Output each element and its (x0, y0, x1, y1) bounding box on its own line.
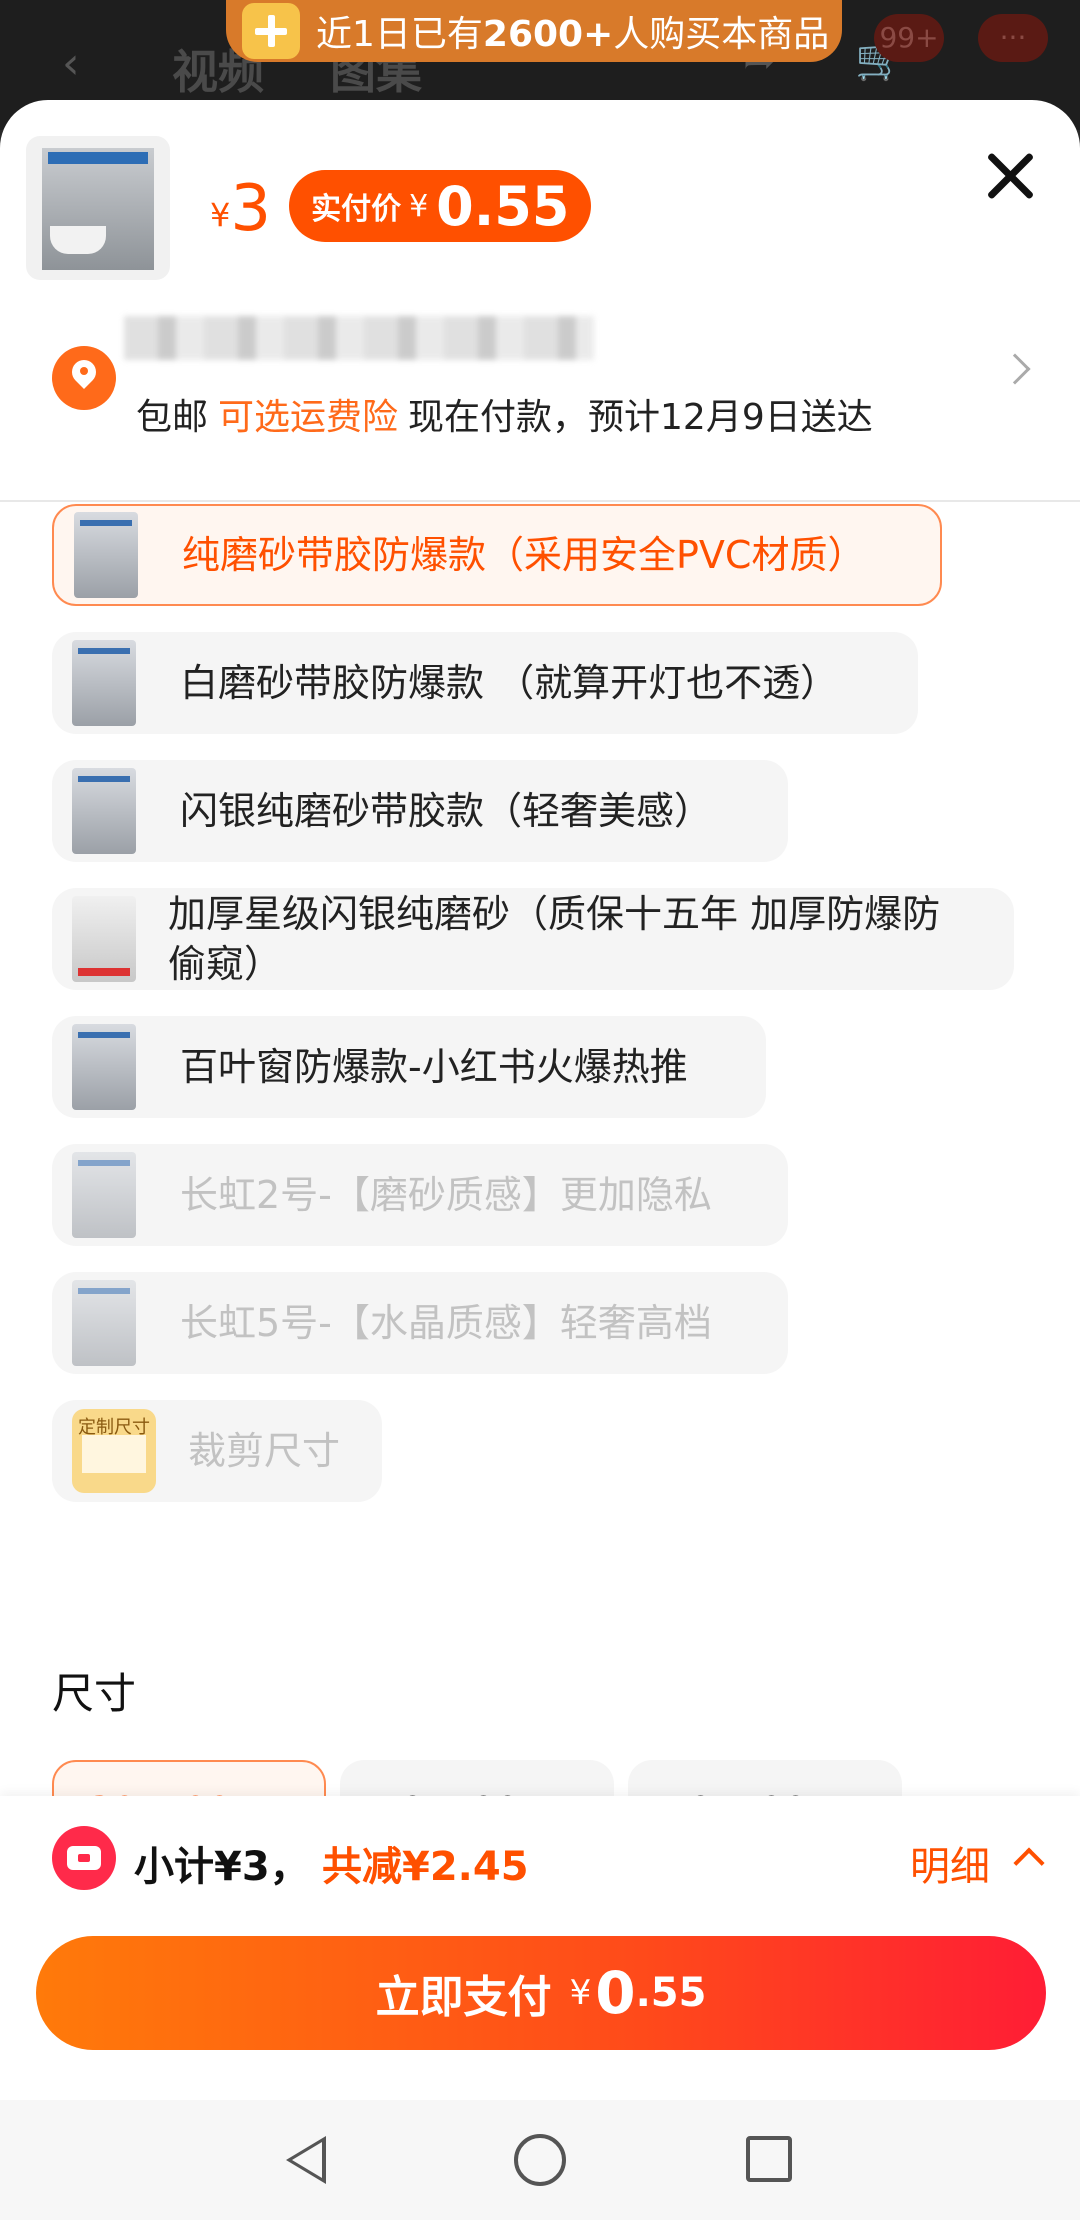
paid-price-currency: ¥ (409, 188, 429, 224)
location-pin-icon (52, 346, 116, 410)
variant-thumbnail (72, 1152, 136, 1238)
variant-label: 白磨砂带胶防爆款 （就算开灯也不透） (180, 661, 839, 705)
variant-option-4[interactable]: 加厚星级闪银纯磨砂（质保十五年 加厚防爆防偷窥） (52, 888, 1014, 990)
paid-price-pill: 实付价 ¥ 0.55 (289, 170, 592, 242)
price-row: ¥ 3 实付价 ¥ 0.55 (210, 170, 592, 246)
close-button[interactable] (980, 146, 1042, 208)
system-nav-bar (0, 2100, 1080, 2220)
product-thumbnail[interactable] (26, 136, 170, 280)
variant-thumbnail (72, 1024, 136, 1110)
variant-option-1[interactable]: 纯磨砂带胶防爆款（采用安全PVC材质） (52, 504, 942, 606)
delivery-eta: 现在付款，预计12月9日送达 (408, 397, 873, 438)
variant-label: 百叶窗防爆款-小红书火爆热推 (180, 1045, 688, 1089)
variant-thumbnail (72, 768, 136, 854)
free-shipping-label: 包邮 (136, 397, 209, 438)
variant-label: 闪银纯磨砂带胶款（轻奢美感） (180, 789, 713, 833)
pay-currency: ¥ (569, 1973, 592, 2013)
address-blurred[interactable] (124, 316, 594, 360)
variant-label: 长虹5号-【水晶质感】轻奢高档 (180, 1301, 712, 1345)
detail-link[interactable]: 明细 (910, 1834, 990, 1892)
variant-option-2[interactable]: 白磨砂带胶防爆款 （就算开灯也不透） (52, 632, 918, 734)
variant-thumbnail (72, 640, 136, 726)
shipping-insurance-link[interactable]: 可选运费险 (218, 397, 398, 438)
variant-option-3[interactable]: 闪银纯磨砂带胶款（轻奢美感） (52, 760, 788, 862)
product-price: 3 (230, 172, 272, 246)
promo-banner: 近1日已有2600+人购买本商品 (226, 0, 842, 62)
discount-text: 共减¥2.45 (322, 1844, 529, 1890)
variant-option-8[interactable]: 定制尺寸 裁剪尺寸 (52, 1400, 382, 1502)
price-currency: ¥ (210, 196, 231, 234)
checkout-footer: 小计¥3， 共减¥2.45 明细 立即支付 ¥ 0 .55 (0, 1796, 1080, 2120)
size-section-title: 尺寸 (52, 1669, 137, 1718)
custom-size-tag: 定制尺寸 (78, 1417, 150, 1438)
promo-text: 近1日已有2600+人购买本商品 (316, 14, 830, 55)
variant-thumbnail (72, 896, 136, 982)
delivery-info[interactable]: 包邮 可选运费险 现在付款，预计12月9日送达 (136, 388, 873, 440)
variant-thumbnail (72, 1280, 136, 1366)
nav-recent-apps-icon[interactable] (746, 2136, 792, 2182)
variant-thumbnail (74, 512, 138, 598)
variant-label: 长虹2号-【磨砂质感】更加隐私 (180, 1173, 712, 1217)
coupon-icon (52, 1826, 116, 1890)
subtotal-text: 小计¥3， (134, 1844, 310, 1890)
pay-amount-int: 0 (595, 1959, 636, 2027)
divider (0, 500, 1080, 502)
more-icon[interactable]: ··· (978, 14, 1048, 62)
pay-now-label: 立即支付 (375, 1972, 552, 2023)
cart-badge: 99+ (874, 14, 944, 62)
paid-price-label: 实付价 (311, 192, 402, 227)
chevron-up-icon[interactable] (1013, 1847, 1045, 1879)
variant-label: 纯磨砂带胶防爆款（采用安全PVC材质） (182, 533, 866, 577)
custom-size-thumbnail: 定制尺寸 (72, 1409, 156, 1493)
variant-option-5[interactable]: 百叶窗防爆款-小红书火爆热推 (52, 1016, 766, 1118)
paid-price-value: 0.55 (436, 174, 570, 238)
plus-icon (242, 3, 300, 59)
pay-now-button[interactable]: 立即支付 ¥ 0 .55 (36, 1936, 1046, 2050)
variant-label: 加厚星级闪银纯磨砂（质保十五年 加厚防爆防偷窥） (168, 892, 941, 986)
chevron-right-icon[interactable] (999, 353, 1031, 385)
variant-option-7[interactable]: 长虹5号-【水晶质感】轻奢高档 (52, 1272, 788, 1374)
variant-option-6[interactable]: 长虹2号-【磨砂质感】更加隐私 (52, 1144, 788, 1246)
variant-label: 裁剪尺寸 (188, 1429, 341, 1473)
nav-home-icon[interactable] (514, 2134, 566, 2186)
pay-amount-decimal: .55 (635, 1970, 707, 2016)
back-arrow-icon[interactable]: ‹ (62, 38, 80, 89)
